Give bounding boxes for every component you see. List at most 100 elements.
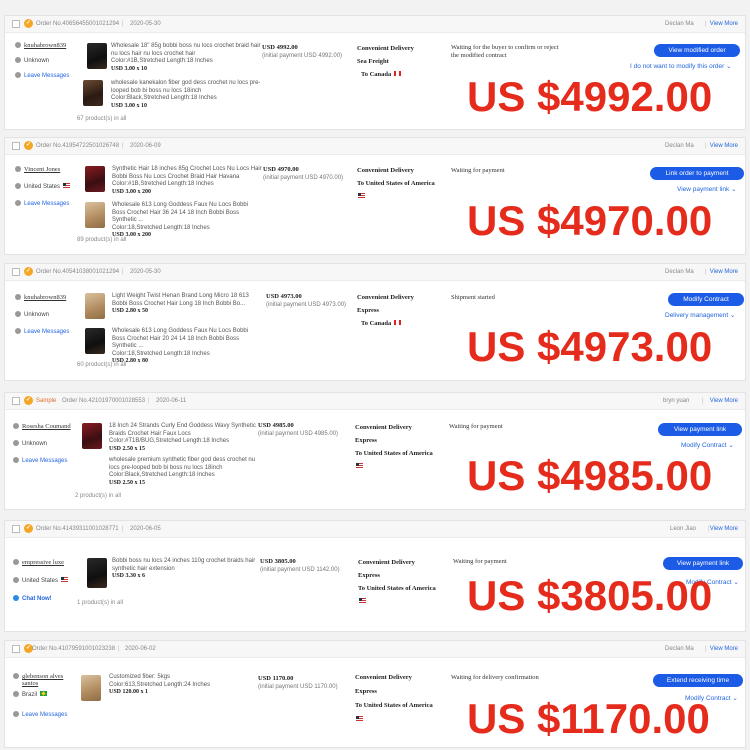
view-payment-link-button[interactable]: View payment link [663,557,743,570]
order-checkbox[interactable] [12,397,20,405]
order-number[interactable]: Order No.42101970001028553 [62,396,145,406]
order-header: ✓ Order No.40541038001021294 | 2020-05-3… [5,264,745,281]
chat-icon [13,595,19,601]
buyer-name[interactable]: Rosesha Coumand [22,423,71,430]
order-checkbox[interactable] [12,268,20,276]
order-number[interactable]: Order No.40656455001021294 [36,19,119,29]
leave-messages-link[interactable]: Leave Messages [24,329,69,335]
leave-messages-link[interactable]: Leave Messages [24,201,69,207]
us-flag-icon [60,577,68,582]
product-thumbnail[interactable] [85,293,105,319]
product-thumbnail[interactable] [87,43,107,69]
product-item: Bobbi boss nu locs 24 inches 110g croche… [112,558,262,581]
order-header: ✓ Order No.40656455001021294 | 2020-05-3… [5,16,745,33]
view-more-link[interactable]: View More [710,524,738,534]
secondary-action-link[interactable]: I do not want to modify this order ⌄ [630,62,732,70]
view-more-link[interactable]: View More [710,396,738,406]
order-number[interactable]: Order No.41079591001023238 [32,644,115,654]
product-thumbnail[interactable] [85,328,105,354]
chevron-down-icon: ⌄ [732,695,738,702]
shipping-type: Sea Freight [357,58,389,65]
order-header: ✓ Order No.41439311001028771 | 2020-06-0… [5,521,745,538]
view-more-link[interactable]: View More [710,644,738,654]
seller-name: bryn yuan [663,398,690,404]
order-card: ✓ Sample Order No.42101970001028553 | 20… [4,392,746,510]
product-item: 18 Inch 24 Strands Curly End Goddess Wav… [109,423,259,453]
secondary-action-link[interactable]: View payment link ⌄ [677,185,737,193]
leave-messages-link[interactable]: Leave Messages [24,73,69,79]
leave-messages-link[interactable]: Leave Messages [22,458,67,464]
product-title[interactable]: Wholesale 613 Long Goddess Faux Nu Locs … [112,202,262,225]
view-more-link[interactable]: View More [710,141,738,151]
product-thumbnail[interactable] [82,423,102,449]
shipping-info: Convenient Delivery Express To United St… [358,556,436,608]
extend-receiving-time-button[interactable]: Extend receiving time [653,674,743,687]
shipping-type: Express [358,572,380,579]
product-title[interactable]: wholesale premium synthetic fiber god de… [109,457,259,472]
leave-messages-link[interactable]: Leave Messages [22,712,67,718]
seller-name: Declan Ma [665,143,694,149]
product-title[interactable]: 18 Inch 24 Strands Curly End Goddess Wav… [109,423,259,438]
buyer-info: glebenson alves santos Brazil Leave Mess… [13,673,75,733]
buyer-country: United States [22,578,59,584]
message-icon [15,72,21,78]
buyer-name[interactable]: knuhabrown839 [24,42,66,49]
location-icon [13,691,19,697]
buyer-name[interactable]: empressive luxe [22,559,64,566]
product-title[interactable]: Wholesale 613 Long Goddess Faux Nu Locs … [112,328,262,351]
buyer-country: United States [24,184,61,190]
buyer-country: Unknown [24,58,50,64]
location-icon [15,311,21,317]
product-title[interactable]: Bobbi boss nu locs 24 inches 110g croche… [112,558,262,573]
product-thumbnail[interactable] [87,558,107,588]
product-thumbnail[interactable] [81,675,101,701]
product-thumbnail[interactable] [83,80,103,106]
buyer-name[interactable]: knuhabrown839 [24,294,66,301]
secondary-action-link[interactable]: Modify Contract ⌄ [681,441,734,449]
buyer-name[interactable]: Vincent Jones [24,166,60,173]
chevron-down-icon: ⌄ [731,186,737,193]
order-number[interactable]: Order No.41439311001028771 [36,524,119,534]
product-title[interactable]: wholesale kanekalon fiber god dess croch… [111,80,261,95]
product-price: USD 2.80 x 80 [112,358,149,364]
product-attrs: Color:Black,Stretched Length:18 Inches [109,472,215,478]
order-card: ✓ Order No.41954722501026748 | 2020-06-0… [4,137,746,255]
product-price: USD 3.30 x 6 [112,573,146,579]
view-more-link[interactable]: View More [710,267,738,277]
view-modified-order-button[interactable]: View modified order [654,44,740,57]
product-title[interactable]: Wholesale 18" 85g bobbi boss nu locs cro… [111,43,261,58]
destination: To Canada [361,71,392,78]
buyer-name[interactable]: glebenson alves santos [22,673,66,687]
shipping-type: Express [355,437,377,444]
order-checkbox[interactable] [12,20,20,28]
product-title[interactable]: Light Weight Twist Henan Brand Long Micr… [112,293,262,308]
product-item: Wholesale 613 Long Goddess Faux Nu Locs … [112,202,262,240]
order-status: Waiting for payment [451,167,505,174]
order-checkbox[interactable] [12,645,20,653]
secondary-action-link[interactable]: Delivery management ⌄ [665,311,736,319]
shipping-type: Express [357,307,379,314]
overlay-total: US $3805.00 [467,572,713,619]
modify-contract-button[interactable]: Modify Contract [668,293,744,306]
order-header: ✓ Sample Order No.42101970001028553 | 20… [5,393,745,410]
seller-name: Declan Ma [665,646,694,652]
order-checkbox[interactable] [12,142,20,150]
user-icon [13,423,19,429]
order-date: 2020-05-30 [130,269,161,275]
order-header: ✓ Order No.41079591001023238 | 2020-06-0… [5,641,745,658]
order-number[interactable]: Order No.41954722501026748 [36,141,119,151]
product-item: wholesale premium synthetic fiber god de… [109,457,259,487]
link-order-to-payment-button[interactable]: Link order to payment [650,167,744,180]
message-icon [13,711,19,717]
chevron-down-icon: ⌄ [733,579,739,586]
product-thumbnail[interactable] [85,202,105,228]
view-payment-link-button[interactable]: View payment link [658,423,742,436]
view-more-link[interactable]: View More [710,19,738,29]
product-title[interactable]: Customized fiber: 5kgs [109,674,259,682]
brazil-flag-icon [39,691,47,696]
order-checkbox[interactable] [12,525,20,533]
chat-now-link[interactable]: Chat Now! [22,596,52,602]
product-thumbnail[interactable] [85,166,105,192]
product-title[interactable]: Synthetic Hair 18 inches 85g Crochet Loc… [112,166,262,181]
order-number[interactable]: Order No.40541038001021294 [36,267,119,277]
